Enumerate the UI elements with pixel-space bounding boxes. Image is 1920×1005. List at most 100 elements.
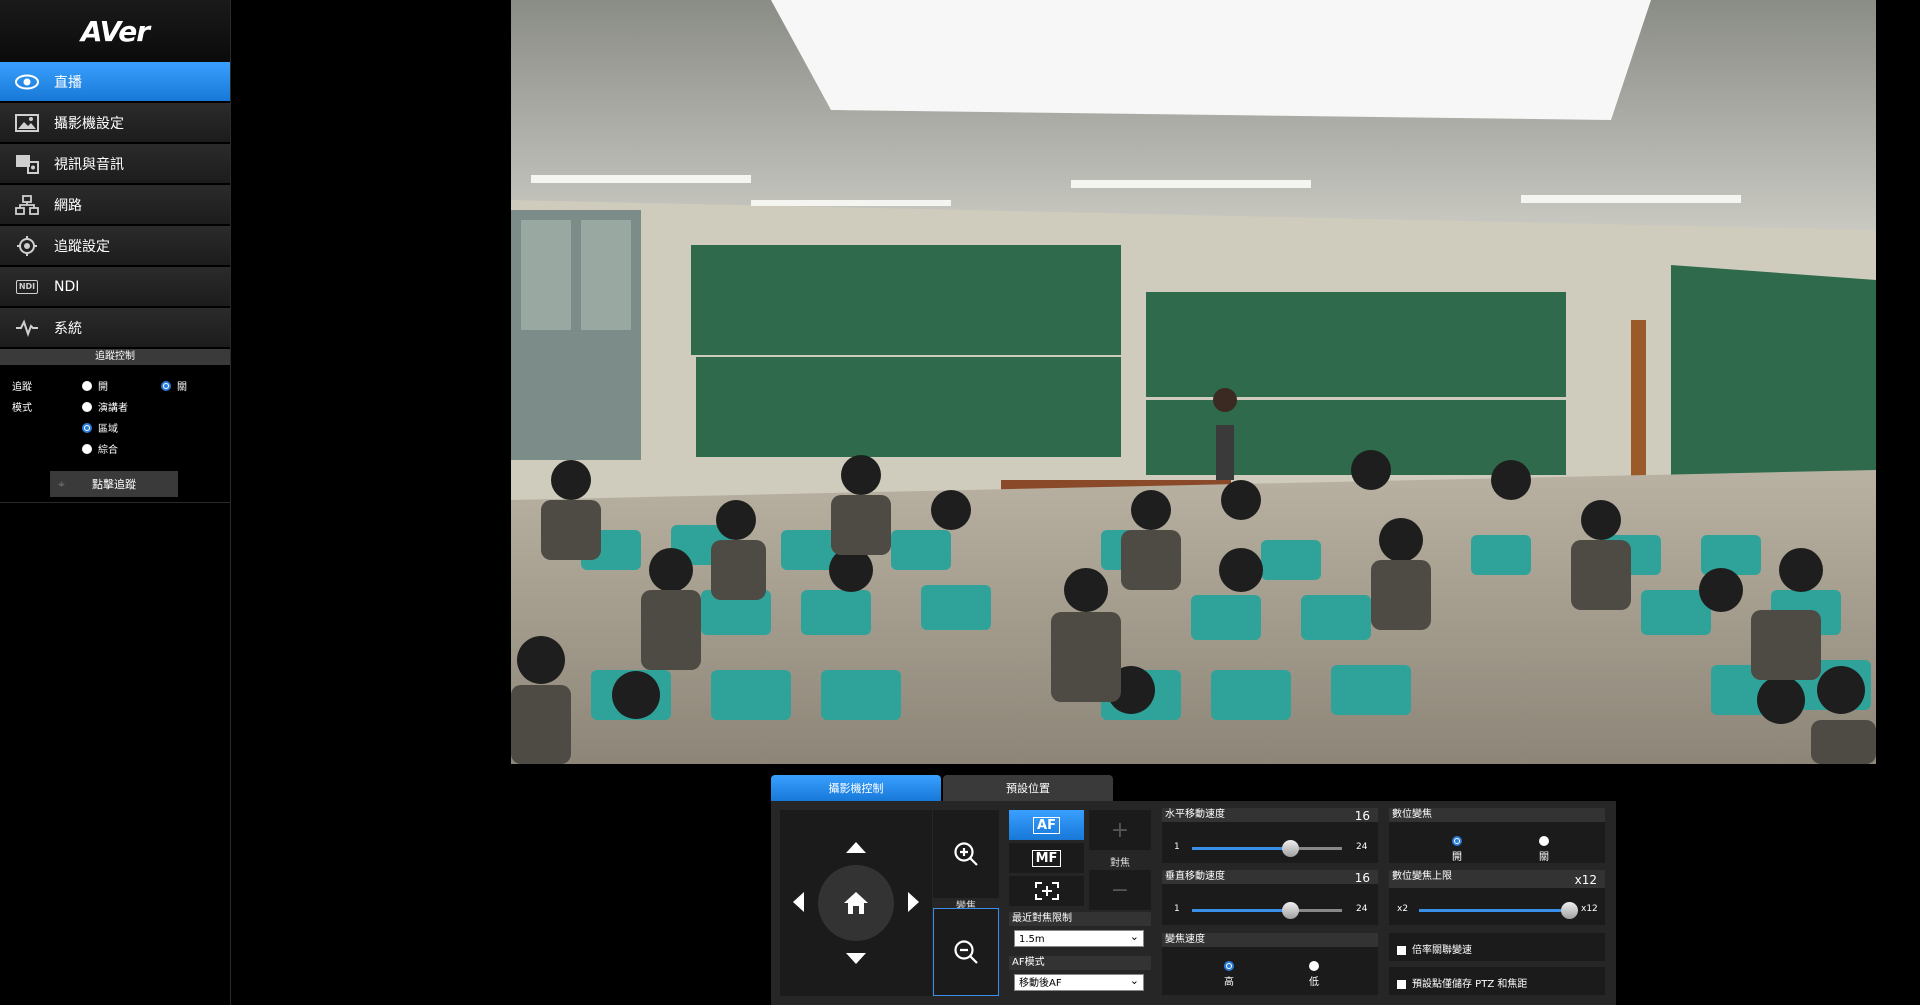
radio-indicator <box>161 380 171 391</box>
image-icon <box>14 112 40 134</box>
digital-zoom-on-radio[interactable]: 開 <box>1452 836 1462 863</box>
radio-indicator <box>82 380 92 391</box>
radio-indicator <box>82 443 92 454</box>
pulse-icon <box>14 317 40 339</box>
radio-indicator <box>1309 961 1319 971</box>
ndi-icon: NDI <box>14 276 40 298</box>
mode-hybrid-radio[interactable]: 綜合 <box>82 441 118 456</box>
zoom-speed-high-radio[interactable]: 高 <box>1224 961 1234 988</box>
slider-thumb[interactable] <box>1282 840 1299 857</box>
pan-left-button[interactable] <box>793 892 804 912</box>
mode-label: 模式 <box>12 403 32 414</box>
tilt-up-button[interactable] <box>846 842 866 853</box>
min-focus-select[interactable]: 1.5m <box>1014 928 1144 947</box>
pan-speed-value: 16 <box>1354 809 1370 823</box>
zoom-speed-header: 變焦速度 <box>1162 933 1378 947</box>
tilt-speed-box: 垂直移動速度 16 1 24 <box>1162 870 1378 925</box>
classroom-image <box>511 0 1876 764</box>
eye-icon <box>14 71 40 93</box>
zoom-in-button[interactable] <box>933 810 999 898</box>
focus-frame-icon <box>1034 882 1059 900</box>
aver-logo: AVer <box>0 0 230 62</box>
ptz-pad <box>780 810 932 996</box>
crosshair-icon: ⌖ <box>58 476 65 491</box>
control-tabs: 攝影機控制 預設位置 <box>771 775 1115 801</box>
focus-near-button[interactable]: + <box>1089 810 1151 850</box>
zoom-speed-low-radio[interactable]: 低 <box>1309 961 1319 988</box>
digital-zoom-box: 數位變焦 開 關 <box>1389 808 1605 863</box>
tilt-speed-header: 垂直移動速度 16 <box>1162 870 1378 885</box>
zoom-controls: 變焦 <box>933 810 999 996</box>
tracking-control-header: 追蹤控制 <box>0 349 230 365</box>
sidebar-item-label: 網路 <box>54 197 82 214</box>
pan-right-button[interactable] <box>908 892 919 912</box>
zoom-out-button[interactable] <box>933 908 999 996</box>
radio-indicator <box>82 422 92 433</box>
dz-limit-value: x12 <box>1574 873 1597 887</box>
af-mode-select[interactable]: 移動後AF <box>1014 972 1144 991</box>
home-button[interactable] <box>818 865 894 941</box>
tracking-off-radio[interactable]: 關 <box>161 378 187 393</box>
network-icon <box>14 194 40 216</box>
preset-save-checkbox[interactable] <box>1397 979 1406 989</box>
sidebar-item-label: 系統 <box>54 320 82 337</box>
tilt-speed-slider[interactable] <box>1192 902 1342 919</box>
radio-indicator <box>1539 836 1549 846</box>
live-video-feed[interactable] <box>511 0 1876 764</box>
af-mode-header: AF模式 <box>1009 956 1151 970</box>
slider-thumb[interactable] <box>1282 902 1299 919</box>
click-tracking-button[interactable]: ⌖ 點擊追蹤 <box>50 471 178 497</box>
target-icon <box>14 235 40 257</box>
tracking-control-panel: 追蹤 模式 開 關 演講者 區域 綜合 ⌖ 點擊追蹤 <box>0 365 230 503</box>
zoom-out-icon <box>954 940 978 964</box>
slider-thumb[interactable] <box>1561 902 1578 919</box>
min-focus-header: 最近對焦限制 <box>1009 912 1151 926</box>
zoom-ratio-speed-option[interactable]: 倍率關聯變速 <box>1389 933 1605 961</box>
tilt-down-button[interactable] <box>846 953 866 964</box>
af-button[interactable]: AF <box>1009 810 1084 840</box>
app-root: AVer 直播 攝影機設定 視訊與音訊 網路 追蹤設定 NDI NDI 系統 追… <box>0 0 1920 1005</box>
mf-button[interactable]: MF <box>1009 843 1084 873</box>
radio-indicator <box>1224 961 1234 971</box>
mf-icon: MF <box>1031 849 1062 867</box>
dz-limit-header: 數位變焦上限 x12 <box>1389 870 1605 888</box>
sidebar-item-ndi[interactable]: NDI NDI <box>0 267 230 307</box>
tab-presets[interactable]: 預設位置 <box>943 775 1113 801</box>
focus-far-button[interactable]: − <box>1089 870 1151 910</box>
digital-zoom-header: 數位變焦 <box>1389 808 1605 822</box>
zoom-in-icon <box>954 842 978 866</box>
sidebar: AVer 直播 攝影機設定 視訊與音訊 網路 追蹤設定 NDI NDI 系統 追… <box>0 0 231 1005</box>
tab-camera-control[interactable]: 攝影機控制 <box>771 775 941 801</box>
sidebar-item-video-audio[interactable]: 視訊與音訊 <box>0 144 230 184</box>
radio-indicator <box>82 401 92 412</box>
pan-speed-box: 水平移動速度 16 1 24 <box>1162 808 1378 863</box>
sidebar-item-label: 追蹤設定 <box>54 238 110 255</box>
focus-label: 對焦 <box>1110 858 1130 869</box>
dz-limit-slider[interactable] <box>1419 902 1578 919</box>
sidebar-item-camera-settings[interactable]: 攝影機設定 <box>0 103 230 143</box>
sidebar-item-live[interactable]: 直播 <box>0 62 230 102</box>
radio-indicator <box>1452 836 1462 846</box>
one-push-focus-button[interactable] <box>1009 876 1084 906</box>
preset-save-option[interactable]: 預設點僅儲存 PTZ 和焦距 <box>1389 967 1605 995</box>
dz-limit-box: 數位變焦上限 x12 x2 x12 <box>1389 870 1605 925</box>
tilt-speed-value: 16 <box>1354 871 1370 885</box>
mode-presenter-radio[interactable]: 演講者 <box>82 399 128 414</box>
pan-speed-slider[interactable] <box>1192 840 1342 857</box>
home-icon <box>844 892 868 914</box>
tracking-on-radio[interactable]: 開 <box>82 378 108 393</box>
sidebar-item-tracking-settings[interactable]: 追蹤設定 <box>0 226 230 266</box>
zoom-speed-box: 變焦速度 高 低 <box>1162 933 1378 995</box>
af-icon: AF <box>1033 816 1060 834</box>
mode-zone-radio[interactable]: 區域 <box>82 420 118 435</box>
sidebar-item-network[interactable]: 網路 <box>0 185 230 225</box>
sidebar-item-label: 攝影機設定 <box>54 115 124 132</box>
sidebar-item-system[interactable]: 系統 <box>0 308 230 348</box>
camera-control-panel: 變焦 AF MF + 對焦 − 最近對焦限制 1.5m AF模式 移動後AF 水… <box>771 801 1616 1005</box>
sidebar-item-label: 直播 <box>54 74 82 91</box>
sidebar-item-label: NDI <box>54 278 80 295</box>
zoom-ratio-speed-checkbox[interactable] <box>1397 945 1406 955</box>
tracking-label: 追蹤 <box>12 382 32 393</box>
sidebar-item-label: 視訊與音訊 <box>54 156 124 173</box>
digital-zoom-off-radio[interactable]: 關 <box>1539 836 1549 863</box>
